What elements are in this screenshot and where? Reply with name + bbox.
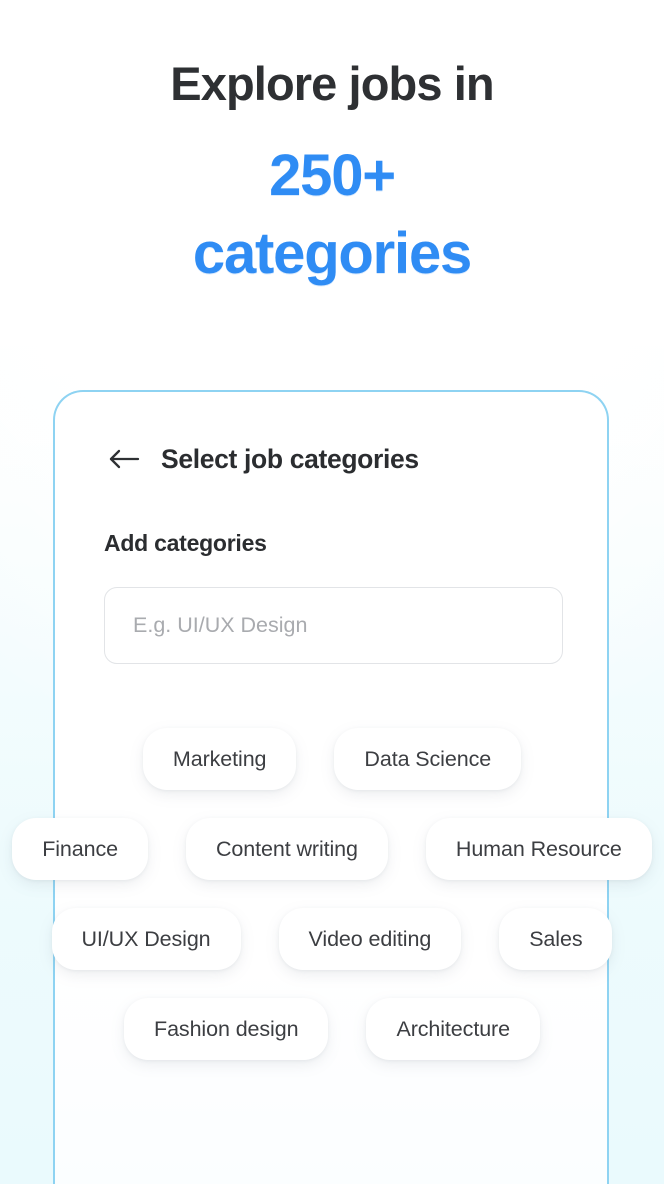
category-chip[interactable]: Architecture [366, 998, 540, 1060]
category-chip[interactable]: Fashion design [124, 998, 329, 1060]
category-chip-list: Marketing Data Science Finance Content writ… [0, 728, 664, 1088]
hero-line-dark: Explore jobs in [170, 57, 494, 110]
panel-header: Select job categories [106, 441, 419, 477]
hero-line-count: 250+ [269, 143, 396, 208]
category-search-input[interactable] [104, 587, 563, 664]
category-chip[interactable]: Content writing [185, 818, 388, 880]
category-chip[interactable]: Human Resource [425, 818, 652, 880]
panel-title: Select job categories [161, 443, 419, 474]
add-categories-label: Add categories [104, 530, 267, 556]
category-chip[interactable]: Video editing [278, 908, 462, 970]
category-chip-row: Finance Content writing Human Resource [0, 818, 664, 880]
hero-headline: Explore jobs in 250+ categories [0, 60, 664, 283]
category-chip-row: Marketing Data Science [0, 728, 664, 790]
category-chip-row: UI/UX Design Video editing Sales [0, 908, 664, 970]
category-chip-row: Fashion design Architecture [0, 998, 664, 1060]
hero-line-categories: categories [192, 221, 472, 286]
category-chip[interactable]: Sales [499, 908, 613, 970]
category-chip[interactable]: UI/UX Design [51, 908, 241, 970]
category-chip[interactable]: Data Science [334, 728, 522, 790]
category-chip[interactable]: Finance [12, 818, 148, 880]
category-chip[interactable]: Marketing [142, 728, 297, 790]
screen-root: Explore jobs in 250+ categories Select j… [0, 0, 664, 1184]
arrow-left-icon[interactable] [106, 441, 142, 477]
